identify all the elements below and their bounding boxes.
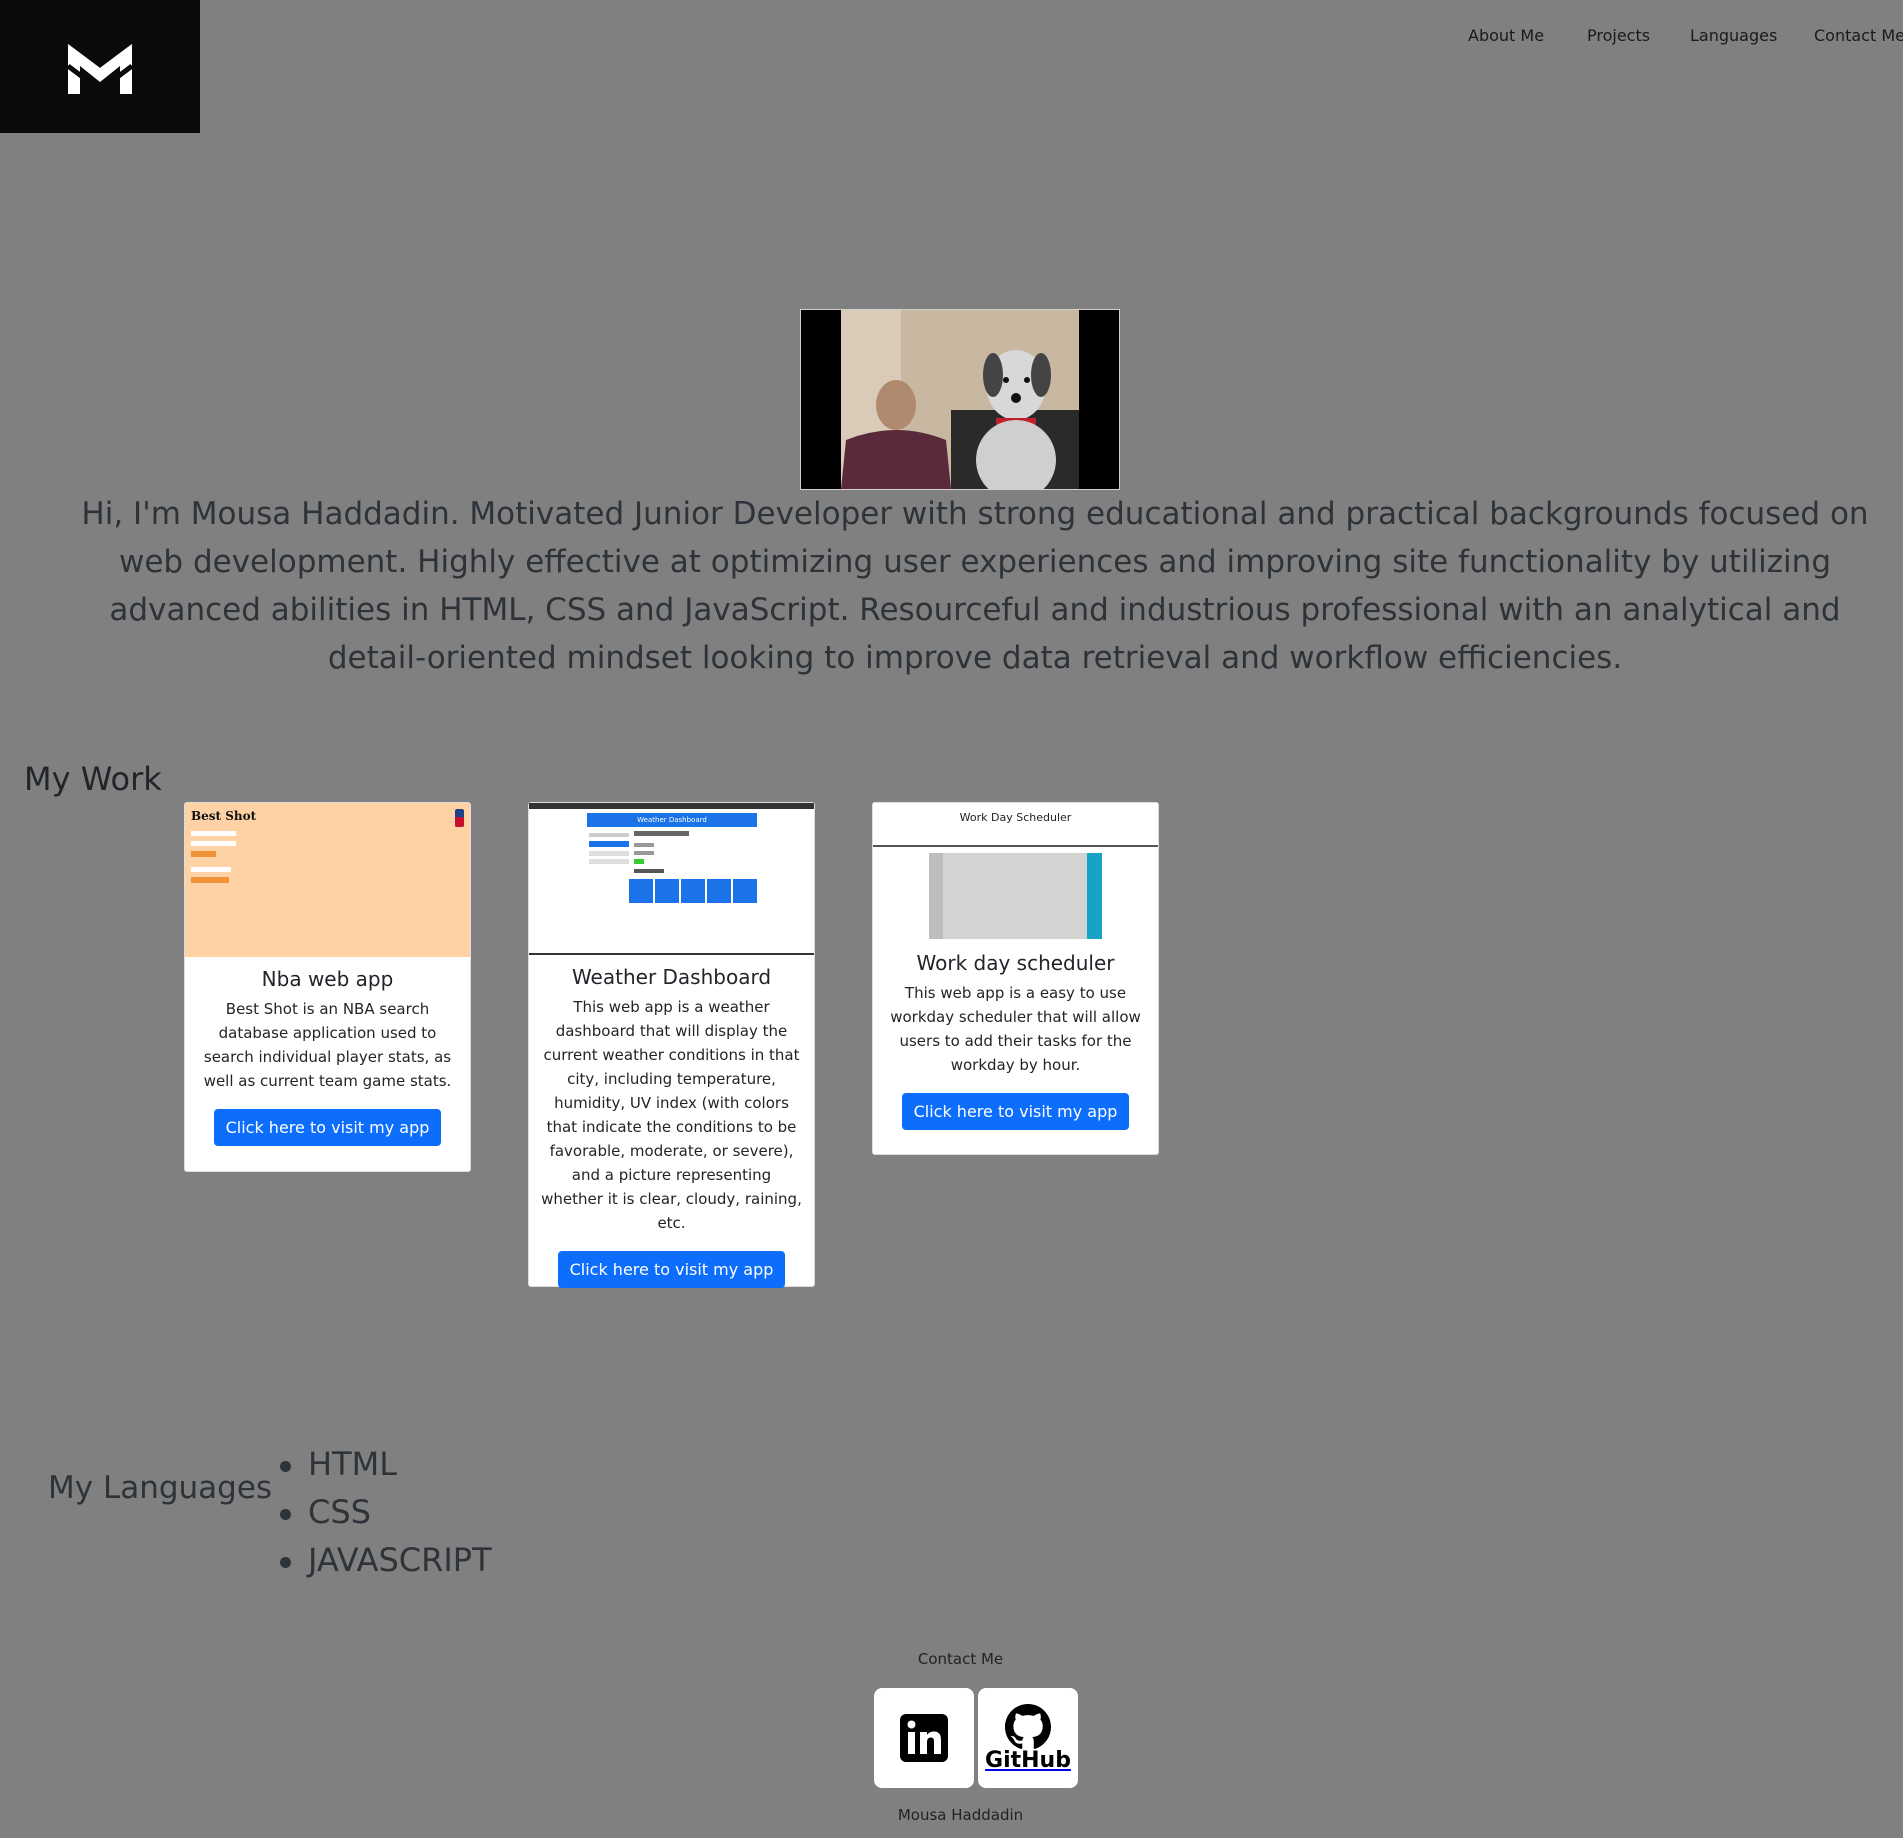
profile-photo [800, 309, 1120, 490]
project-description: This web app is a easy to use workday sc… [890, 984, 1141, 1074]
project-thumb-weather: Weather Dashboard [529, 803, 814, 955]
language-item: CSS [270, 1488, 492, 1536]
mh-monogram-logo-icon [66, 40, 134, 94]
language-item: JAVASCRIPT [270, 1536, 492, 1584]
project-card-weather: Weather Dashboard Weather Dashboard This… [528, 802, 815, 1288]
project-title: Weather Dashboard [571, 965, 772, 989]
nav-contact[interactable]: Contact Me [1814, 26, 1903, 45]
work-heading: My Work [24, 760, 162, 798]
language-item: HTML [270, 1440, 492, 1488]
nav-about[interactable]: About Me [1468, 26, 1544, 45]
languages-list: HTML CSS JAVASCRIPT [270, 1440, 492, 1584]
github-label: GitHub [985, 1748, 1071, 1773]
profile-photo-icon [801, 310, 1119, 489]
project-thumb-scheduler: Work Day Scheduler [873, 803, 1158, 941]
visit-app-button[interactable]: Click here to visit my app [901, 1093, 1130, 1130]
project-title: Work day scheduler [916, 951, 1115, 975]
visit-app-button[interactable]: Click here to visit my app [557, 1251, 786, 1288]
contact-heading: Contact Me [917, 1650, 1004, 1668]
linkedin-icon [900, 1714, 948, 1762]
project-card-scheduler: Work Day Scheduler Work day scheduler Th… [872, 802, 1159, 1155]
project-description: This web app is a weather dashboard that… [541, 998, 802, 1232]
thumb-title: Weather Dashboard [587, 813, 757, 827]
github-icon [1005, 1704, 1051, 1749]
bio-text: Hi, I'm Mousa Haddadin. Motivated Junior… [81, 496, 1869, 676]
project-title: Nba web app [261, 967, 394, 991]
project-thumb-nba: Best Shot [185, 803, 470, 957]
thumb-title: Work Day Scheduler [959, 811, 1072, 824]
linkedin-link[interactable] [874, 1688, 974, 1788]
logo[interactable] [0, 0, 200, 133]
project-card-nba: Best Shot Nba web app Best Shot is an NB… [184, 802, 471, 1172]
languages-heading: My Languages [48, 1470, 273, 1506]
project-description: Best Shot is an NBA search database appl… [203, 1000, 452, 1090]
visit-app-button[interactable]: Click here to visit my app [213, 1109, 442, 1146]
github-link[interactable]: GitHub [978, 1688, 1078, 1788]
nav-projects[interactable]: Projects [1587, 26, 1650, 45]
nav-languages[interactable]: Languages [1690, 26, 1777, 45]
thumb-title: Best Shot [191, 809, 257, 823]
top-nav: About Me Projects Languages Contact Me [1420, 26, 1903, 50]
footer-name: Mousa Haddadin [897, 1806, 1024, 1824]
